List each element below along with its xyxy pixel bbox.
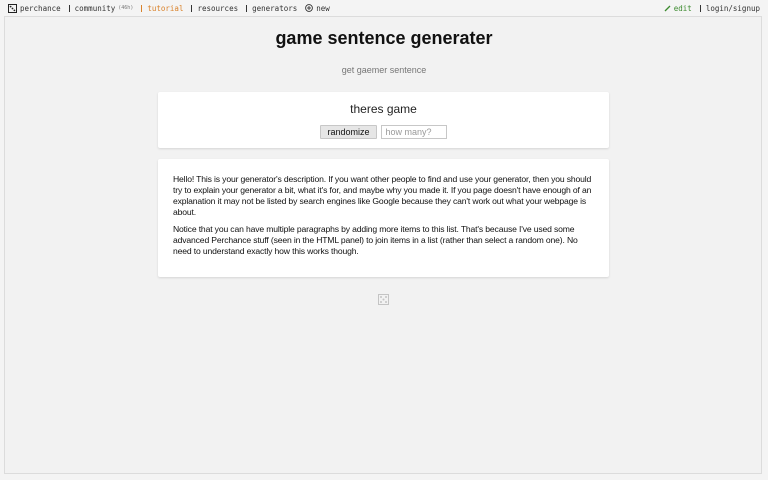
randomize-button[interactable]: randomize — [320, 125, 377, 139]
nav-generators-label: generators — [252, 3, 298, 13]
resources-icon — [191, 4, 193, 12]
dice-icon — [8, 3, 17, 13]
description-paragraph: Hello! This is your generator's descript… — [173, 174, 592, 217]
nav-perchance[interactable]: perchance — [8, 3, 61, 13]
nav-tutorial[interactable]: tutorial — [141, 4, 183, 13]
nav-right: edit login/signup — [664, 4, 760, 13]
nav-community-label: community — [74, 3, 116, 13]
output-text: theres game — [350, 102, 417, 116]
pencil-icon — [664, 5, 671, 12]
count-input[interactable] — [380, 125, 447, 139]
page-title: game sentence generater — [275, 28, 493, 48]
output-card: theres game randomize — [158, 92, 609, 148]
description-card: Hello! This is your generator's descript… — [158, 159, 609, 277]
nav-left: perchance community (46h) tutorial resou… — [8, 3, 330, 13]
nav-login-label: login/signup — [705, 3, 760, 13]
nav-resources-label: resources — [197, 3, 239, 13]
community-icon — [68, 4, 71, 12]
nav-edit-label: edit — [673, 3, 692, 13]
nav-perchance-label: perchance — [20, 3, 61, 13]
nav-community-count: (46h) — [118, 5, 134, 11]
user-icon — [699, 4, 702, 12]
output-controls: randomize — [158, 125, 609, 139]
generators-icon — [246, 4, 248, 12]
nav-new-label: new — [316, 3, 330, 13]
nav-new[interactable]: new — [305, 4, 330, 13]
nav-login[interactable]: login/signup — [699, 3, 760, 13]
nav-resources[interactable]: resources — [191, 4, 238, 13]
plus-circle-icon — [305, 4, 314, 12]
tutorial-icon — [141, 4, 143, 12]
nav-generators[interactable]: generators — [246, 4, 297, 13]
nav-tutorial-label: tutorial — [147, 3, 184, 13]
description-paragraph: Notice that you can have multiple paragr… — [173, 224, 578, 256]
page-subtitle: get gaemer sentence — [341, 65, 427, 75]
nav-community[interactable]: community (46h) — [68, 3, 134, 13]
dice-icon[interactable] — [378, 292, 389, 305]
nav-edit[interactable]: edit — [664, 4, 692, 13]
top-nav-bar: perchance community (46h) tutorial resou… — [0, 0, 768, 16]
